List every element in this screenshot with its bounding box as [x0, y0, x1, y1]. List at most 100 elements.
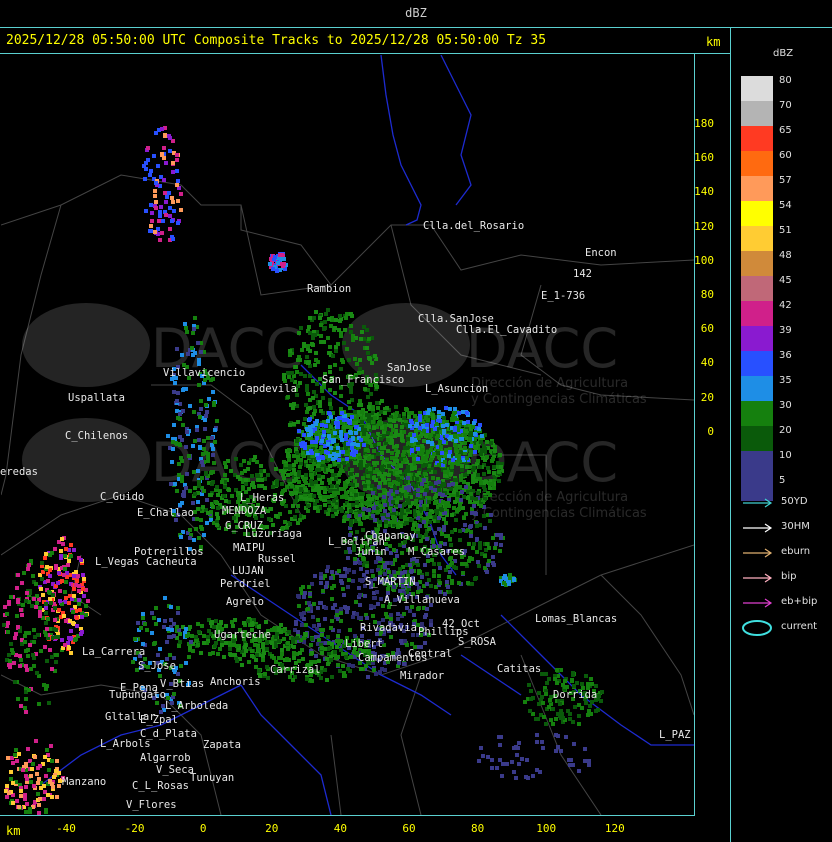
place-label: Chapanay — [365, 530, 416, 542]
watermark-line2: y Contingencias Climáticas — [471, 506, 647, 521]
legend-track-item: eb+bip — [741, 595, 831, 611]
legend-swatch-label: 60 — [779, 150, 792, 161]
place-label: V_Flores — [126, 799, 177, 811]
place-label: eredas — [0, 466, 38, 478]
place-label: LUJAN — [232, 565, 264, 577]
x-tick-label: 0 — [199, 822, 207, 835]
track-arrow-icon — [743, 498, 773, 508]
x-tick-label: 120 — [604, 822, 625, 835]
legend-swatch-label: 30 — [779, 400, 792, 411]
legend-swatch-label: 42 — [779, 300, 792, 311]
legend-track-item: bip — [741, 570, 831, 586]
place-label: Tunuyan — [190, 772, 235, 784]
place-label: Anchoris — [210, 676, 261, 688]
legend-track-label: 30HM — [781, 521, 810, 532]
legend-swatch-label: 65 — [779, 125, 792, 136]
legend-swatch — [741, 326, 773, 351]
track-arrow-icon — [743, 523, 773, 533]
place-label: SanJose — [387, 362, 432, 374]
x-tick-label: 100 — [536, 822, 557, 835]
legend-swatch — [741, 351, 773, 376]
place-label: 42_Oct — [442, 618, 480, 630]
place-label: Zapata — [203, 739, 241, 751]
legend-swatch — [741, 151, 773, 176]
place-label: V_Btias — [160, 678, 205, 690]
place-label: Rambion — [307, 283, 352, 295]
legend-swatch-label: 10 — [779, 450, 792, 461]
place-label: C_Guido — [100, 491, 145, 503]
legend-swatch — [741, 401, 773, 426]
place-label: Ugarteche — [214, 629, 271, 641]
legend-swatch — [741, 176, 773, 201]
legend-swatch — [741, 376, 773, 401]
place-label: Catitas — [497, 663, 542, 675]
legend-swatch-label: 57 — [779, 175, 792, 186]
legend-swatch — [741, 101, 773, 126]
y-tick-label: 40 — [700, 356, 714, 370]
place-label: E_Pena — [120, 682, 158, 694]
place-label: L_Arbols — [100, 738, 151, 750]
legend-swatch — [741, 201, 773, 226]
header-divider — [0, 53, 730, 54]
x-tick-label: 40 — [333, 822, 348, 835]
track-arrow-icon — [743, 573, 773, 583]
y-tick-label: 140 — [694, 185, 714, 199]
place-label: L_Asuncion — [425, 383, 489, 395]
title-divider — [0, 27, 832, 28]
legend-track-item: 50YD — [741, 495, 831, 511]
legend-swatch — [741, 426, 773, 451]
radar-window: dBZ 2025/12/28 05:50:00 UTC Composite Tr… — [0, 0, 832, 842]
place-label: Mirador — [400, 670, 445, 682]
map-bottom-border — [0, 815, 695, 816]
legend-swatch-label: 20 — [779, 425, 792, 436]
x-tick-label: -40 — [56, 822, 76, 835]
legend-track-label: eb+bip — [781, 596, 818, 607]
legend-swatch-label: 35 — [779, 375, 792, 386]
place-label: C_L_Rosas — [132, 780, 189, 792]
window-title: dBZ — [405, 6, 427, 20]
place-label: Carrizal — [270, 664, 321, 676]
watermark-line2: y Contingencias Climáticas — [471, 392, 647, 407]
track-arrow-icon — [743, 548, 773, 558]
place-label: C_Chilenos — [65, 430, 129, 442]
header-text: 2025/12/28 05:50:00 UTC Composite Tracks… — [6, 33, 547, 48]
place-label: Capdevila — [240, 383, 297, 395]
place-label: V_Seca — [156, 764, 194, 776]
place-label: Clla.del_Rosario — [423, 220, 525, 232]
legend-track-label: eburn — [781, 546, 811, 557]
place-label: Dorrida — [553, 689, 598, 701]
legend-swatch-label: 36 — [779, 350, 792, 361]
y-tick-label: 60 — [700, 322, 714, 336]
legend-track-item: eburn — [741, 545, 831, 561]
place-label: Algarrob — [140, 752, 191, 764]
legend-swatch-label: 54 — [779, 200, 792, 211]
y-tick-label: 180 — [694, 117, 714, 130]
legend-swatch — [741, 76, 773, 101]
place-label: L_Vegas — [95, 556, 140, 568]
place-label: M_Casares — [408, 546, 465, 558]
place-label: Rivadavia — [360, 622, 417, 634]
legend-swatch — [741, 251, 773, 276]
place-label: S_MARTIN — [365, 576, 416, 588]
place-label: Uspallata — [68, 392, 125, 404]
legend-track-item: current — [741, 620, 831, 636]
place-label: Villavicencio — [163, 367, 246, 379]
place-label: S_Jose — [138, 660, 176, 672]
x-tick-label: 20 — [265, 822, 279, 835]
place-label: Potrerillos — [134, 546, 204, 558]
place-label: Clla.El_Cavadito — [456, 324, 558, 336]
legend-track-label: bip — [781, 571, 797, 582]
legend-swatch-label: 51 — [779, 225, 792, 236]
place-label: Central — [408, 648, 453, 660]
legend-swatch — [741, 276, 773, 301]
place-label: L_PAZ — [659, 729, 691, 741]
place-label: Manzano — [62, 776, 107, 788]
place-label: Encon — [585, 247, 617, 259]
place-label: A_Villanueva — [384, 594, 460, 606]
legend-swatch-label: 45 — [779, 275, 792, 286]
legend-swatch-label: 80 — [779, 75, 792, 86]
legend-swatch — [741, 451, 773, 476]
track-arrow-icon — [743, 598, 773, 608]
place-label: MENDOZA — [222, 505, 267, 517]
watermark-line1: Dirección de Agricultura — [471, 490, 628, 505]
